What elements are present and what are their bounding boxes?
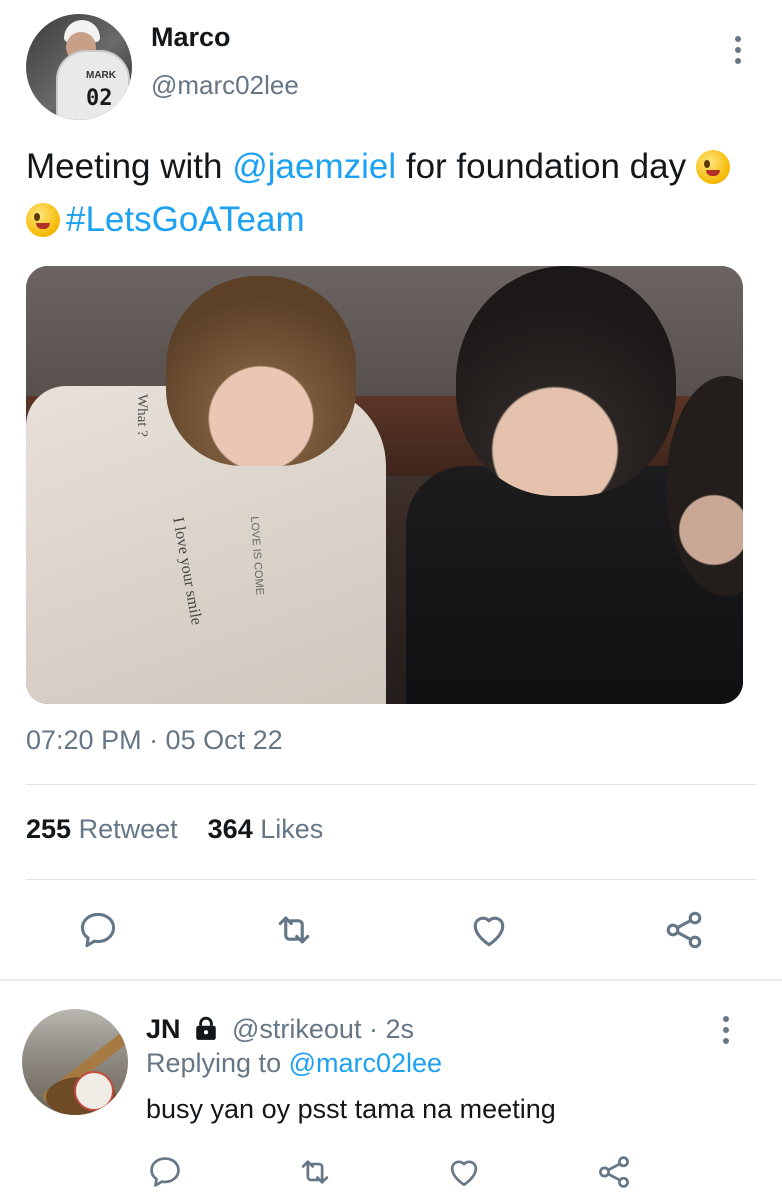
avatar-jersey-number: 02 — [86, 86, 113, 111]
tweet-text-part2: for foundation day — [396, 147, 696, 186]
reply-text: busy yan oy psst tama na meeting — [146, 1094, 556, 1124]
lock-icon — [193, 1016, 219, 1042]
reply-more-icon[interactable] — [723, 1016, 729, 1044]
tweet-photo[interactable]: What ? I love your smile LOVE IS COME — [26, 266, 743, 704]
reply-avatar[interactable] — [22, 1009, 128, 1115]
replying-label: Replying to — [146, 1048, 289, 1078]
divider — [26, 879, 756, 880]
replying-handle-link[interactable]: @marc02lee — [289, 1048, 442, 1078]
emoji-starstruck-icon — [26, 203, 60, 237]
reply-author-name[interactable]: JN — [146, 1014, 181, 1045]
share-icon[interactable] — [662, 908, 706, 952]
likes-count[interactable]: 364 — [208, 814, 253, 844]
reply-reply-icon[interactable] — [146, 1153, 184, 1191]
author-name[interactable]: Marco — [151, 22, 231, 53]
photo-person-left-head — [166, 276, 356, 466]
like-icon[interactable] — [467, 908, 511, 952]
likes-label[interactable]: Likes — [260, 814, 323, 844]
tweet-stats: 255 Retweet 364 Likes — [26, 814, 323, 845]
avatar-jersey-name: MARK — [86, 70, 116, 81]
reply-author-handle[interactable]: @strikeout · 2s — [232, 1014, 414, 1045]
avatar-ball — [74, 1071, 114, 1111]
photo-text-what: What ? — [134, 394, 150, 437]
divider — [26, 784, 756, 785]
mention-link[interactable]: @jaemziel — [232, 147, 396, 186]
reply-icon[interactable] — [76, 908, 120, 952]
replying-to: Replying to @marc02lee — [146, 1048, 442, 1079]
photo-person-right-head — [456, 266, 676, 496]
more-icon[interactable] — [735, 36, 741, 64]
retweet-icon[interactable] — [272, 908, 316, 952]
hashtag-link[interactable]: #LetsGoATeam — [66, 200, 305, 239]
section-divider — [0, 979, 782, 981]
author-avatar[interactable]: MARK 02 — [26, 14, 132, 120]
reply-share-icon[interactable] — [595, 1153, 633, 1191]
tweet-text-part1: Meeting with — [26, 147, 233, 186]
tweet-text: Meeting with @jaemziel for foundation da… — [26, 140, 756, 246]
retweet-count[interactable]: 255 — [26, 814, 71, 844]
emoji-zany-icon — [695, 150, 730, 184]
author-handle[interactable]: @marc02lee — [151, 70, 299, 101]
reply-retweet-icon[interactable] — [296, 1153, 334, 1191]
reply-like-icon[interactable] — [445, 1153, 483, 1191]
retweet-label[interactable]: Retweet — [79, 814, 178, 844]
tweet-timestamp[interactable]: 07:20 PM · 05 Oct 22 — [26, 725, 283, 756]
